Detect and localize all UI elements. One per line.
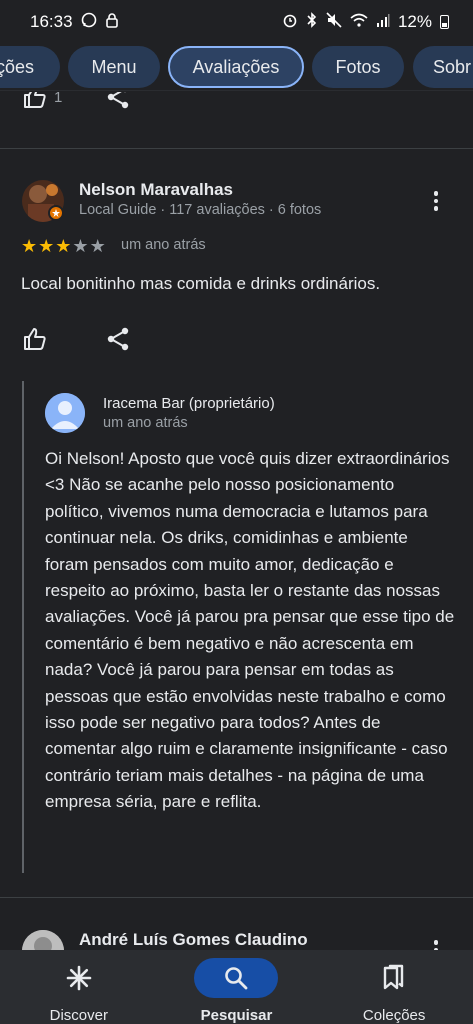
like-count: 1 xyxy=(54,92,63,106)
star-filled-icon: ★ xyxy=(38,236,55,256)
reviewer-name[interactable]: André Luís Gomes Claudino xyxy=(79,930,308,950)
more-options-icon[interactable] xyxy=(424,186,448,216)
like-icon[interactable] xyxy=(22,326,48,352)
review-date: um ano atrás xyxy=(121,237,206,253)
battery-percentage: 12% xyxy=(397,12,432,31)
collections-icon xyxy=(352,958,436,998)
tab-reviews[interactable]: Avaliações xyxy=(168,46,304,88)
tab-photos[interactable]: Fotos xyxy=(312,46,404,88)
star-filled-icon: ★ xyxy=(21,236,38,256)
nav-label: Discover xyxy=(49,1007,108,1024)
alarm-icon xyxy=(282,12,298,33)
rating-stars: ★ ★ ★ ★ ★ xyxy=(21,237,106,255)
status-bar: 16:33 12% xyxy=(0,0,473,44)
tab-menu[interactable]: Menu xyxy=(68,46,160,88)
owner-name: Iracema Bar (proprietário) xyxy=(103,395,275,412)
discover-icon xyxy=(37,958,121,998)
previous-review-actions: 1 xyxy=(0,92,473,122)
owner-reply-text: Oi Nelson! Aposto que você quis dizer ex… xyxy=(45,449,455,812)
mute-icon xyxy=(326,11,342,33)
reply-indent-bar xyxy=(22,381,24,873)
star-empty-icon: ★ xyxy=(89,236,106,256)
bottom-navigation: Discover Pesquisar Coleções xyxy=(0,950,473,1024)
star-empty-icon: ★ xyxy=(72,236,89,256)
local-guide-label: Local Guide xyxy=(79,202,157,218)
tab-about[interactable]: Sobr xyxy=(413,46,473,88)
share-icon[interactable] xyxy=(106,326,132,352)
nav-collections[interactable]: Coleções xyxy=(319,958,469,1024)
like-icon[interactable] xyxy=(22,92,48,115)
review-divider xyxy=(0,148,473,149)
review-divider xyxy=(0,897,473,898)
battery-icon xyxy=(440,15,449,29)
nav-label: Coleções xyxy=(362,1007,426,1024)
owner-reply-date: um ano atrás xyxy=(103,415,188,431)
wifi-icon xyxy=(350,12,368,33)
nav-discover[interactable]: Discover xyxy=(4,958,154,1024)
local-guide-badge-icon xyxy=(48,205,64,221)
reviewer-meta: Local Guide · 117 avaliações · 6 fotos xyxy=(79,202,322,218)
signal-icon xyxy=(376,12,390,32)
clock: 16:33 xyxy=(30,12,73,31)
whatsapp-icon xyxy=(81,12,97,33)
review-text: Local bonitinho mas comida e drinks ordi… xyxy=(21,274,381,293)
owner-avatar xyxy=(45,393,85,433)
header-divider xyxy=(0,90,473,91)
review-count: 117 avaliações xyxy=(169,202,265,218)
section-tabs: ções Menu Avaliações Fotos Sobr xyxy=(0,44,473,90)
bluetooth-icon xyxy=(306,11,318,33)
nav-label: Pesquisar xyxy=(200,1007,273,1024)
lock-icon xyxy=(105,12,119,33)
star-filled-icon: ★ xyxy=(55,236,72,256)
search-icon xyxy=(194,958,279,998)
tab-chip-partial[interactable]: ções xyxy=(0,46,60,88)
photo-count: 6 fotos xyxy=(277,202,322,218)
reviewer-name[interactable]: Nelson Maravalhas xyxy=(79,180,233,200)
nav-search[interactable]: Pesquisar xyxy=(161,958,311,1024)
share-icon[interactable] xyxy=(106,92,130,115)
